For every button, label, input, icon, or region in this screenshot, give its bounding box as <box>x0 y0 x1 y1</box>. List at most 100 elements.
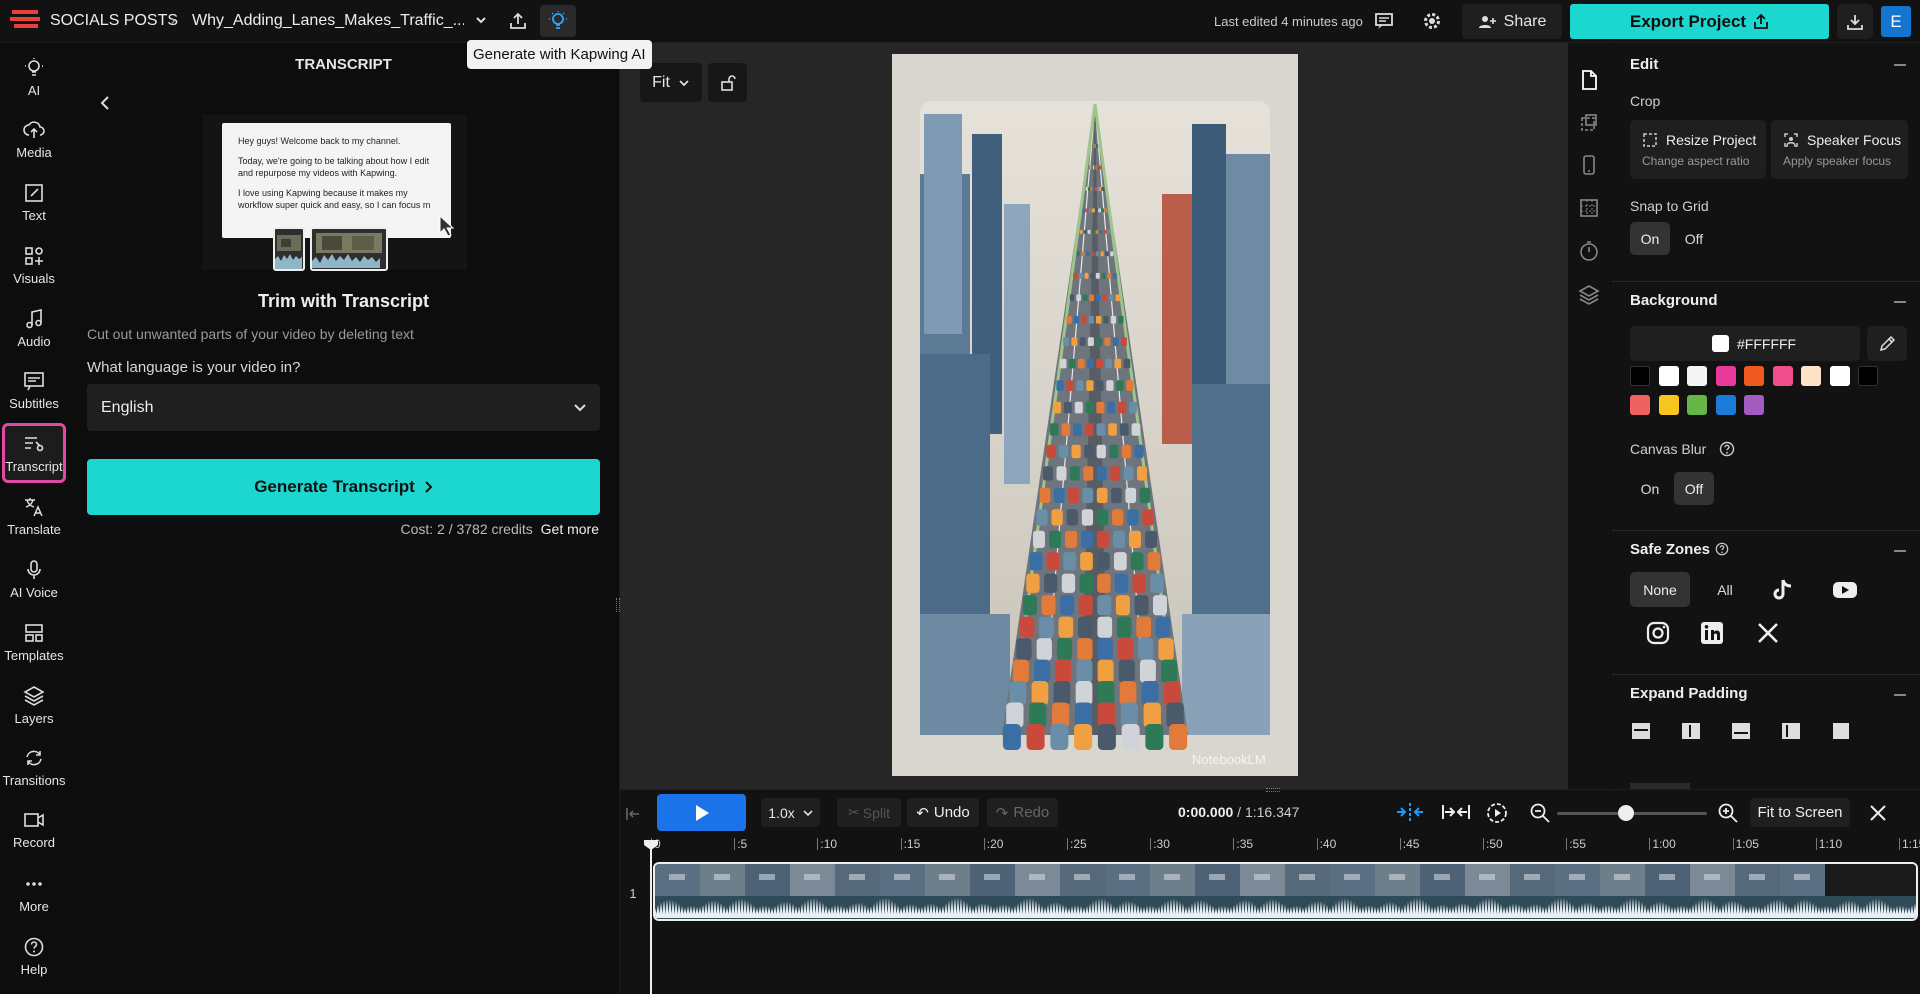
color-swatch[interactable] <box>1772 366 1793 386</box>
speaker-focus-button[interactable]: Speaker Focus Apply speaker focus <box>1771 120 1908 179</box>
avatar[interactable]: E <box>1881 6 1911 37</box>
padding-left-icon[interactable] <box>1781 721 1801 744</box>
kapwing-logo[interactable] <box>10 6 42 34</box>
background-color-input[interactable]: #FFFFFF <box>1630 326 1860 361</box>
sidebar-item-help[interactable]: Help <box>2 926 66 986</box>
eyedropper-button[interactable] <box>1867 326 1907 361</box>
snap-magnet-icon[interactable] <box>1395 803 1425 824</box>
video-preview[interactable]: NotebookLM <box>892 54 1298 776</box>
sidebar-item-transcript[interactable]: Transcript <box>2 423 66 483</box>
color-swatch[interactable] <box>1715 395 1736 415</box>
split-button[interactable]: ✂ Split <box>837 798 901 827</box>
share-button[interactable]: Share <box>1462 4 1562 39</box>
color-swatch[interactable] <box>1658 395 1679 415</box>
padding-sides-icon[interactable] <box>1681 721 1701 744</box>
tiktok-icon[interactable] <box>1771 578 1793 605</box>
sidebar-item-translate[interactable]: Translate <box>2 486 66 546</box>
snap-off-toggle[interactable]: Off <box>1674 222 1714 255</box>
skip-to-start-icon[interactable] <box>625 806 641 825</box>
collapse-icon[interactable] <box>1894 694 1906 696</box>
collapse-icon[interactable] <box>1894 301 1906 303</box>
sidebar-item-text[interactable]: Text <box>2 172 66 232</box>
resize-icon[interactable] <box>1578 112 1600 137</box>
color-swatch[interactable] <box>1858 366 1878 386</box>
time-ruler[interactable]: 0:5:10:15:20:25:30:35:40:45:50:551:001:0… <box>620 836 1920 856</box>
play-button[interactable] <box>657 794 746 831</box>
comments-icon[interactable] <box>1366 5 1402 37</box>
color-swatch[interactable] <box>1801 366 1821 386</box>
generate-transcript-button[interactable]: Generate Transcript <box>87 459 600 515</box>
download-button[interactable] <box>1837 4 1873 39</box>
ruler-label: :20 <box>986 837 1004 851</box>
language-select[interactable]: English <box>87 384 600 431</box>
instagram-icon[interactable] <box>1646 621 1670 648</box>
sidebar-item-record[interactable]: Record <box>2 799 66 859</box>
blur-off-toggle[interactable]: Off <box>1674 472 1714 505</box>
help-circle-icon[interactable] <box>1719 441 1735 460</box>
blur-on-toggle[interactable]: On <box>1630 472 1670 505</box>
sidebar-item-subtitles[interactable]: Subtitles <box>2 360 66 420</box>
chevron-down-icon[interactable] <box>474 13 488 27</box>
sidebar-item-audio[interactable]: Audio <box>2 298 66 358</box>
color-swatch[interactable] <box>1829 366 1850 386</box>
collapse-icon[interactable] <box>1894 550 1906 552</box>
generate-ai-button[interactable] <box>540 5 576 37</box>
timeline-drag-handle[interactable] <box>620 788 1920 794</box>
export-project-button[interactable]: Export Project <box>1570 4 1829 39</box>
sidebar-item-ai-voice[interactable]: AI Voice <box>2 549 66 609</box>
undo-button[interactable]: ↶ Undo <box>907 798 979 827</box>
help-circle-icon[interactable] <box>1715 542 1729 559</box>
sidebar-item-ai[interactable]: AI <box>2 47 66 107</box>
get-more-link[interactable]: Get more <box>541 521 599 537</box>
speed-dropdown[interactable]: 1.0x <box>761 798 820 827</box>
padding-full-icon[interactable] <box>1831 721 1851 744</box>
resize-project-button[interactable]: Resize Project Change aspect ratio <box>1630 120 1766 179</box>
playhead[interactable] <box>644 840 658 994</box>
project-name[interactable]: Why_Adding_Lanes_Makes_Traffic_... <box>192 12 464 30</box>
collapse-icon[interactable] <box>1894 64 1906 66</box>
safe-zone-none[interactable]: None <box>1630 572 1690 607</box>
color-swatch[interactable] <box>1658 366 1679 386</box>
video-clip[interactable] <box>653 862 1918 921</box>
redo-button[interactable]: ↷ Redo <box>987 798 1058 827</box>
upload-icon[interactable] <box>500 5 536 37</box>
unlock-button[interactable] <box>708 63 747 102</box>
layers-icon[interactable] <box>1578 283 1600 308</box>
fit-timeline-icon[interactable] <box>1441 803 1471 824</box>
sidebar-item-transitions[interactable]: Transitions <box>2 737 66 797</box>
color-swatch[interactable] <box>1744 395 1764 415</box>
back-arrow-icon[interactable] <box>97 95 113 114</box>
zoom-in-icon[interactable] <box>1717 802 1739 827</box>
snap-on-toggle[interactable]: On <box>1630 222 1670 255</box>
close-timeline-icon[interactable] <box>1868 803 1888 826</box>
color-swatch[interactable] <box>1630 395 1650 415</box>
sidebar-item-layers[interactable]: Layers <box>2 675 66 735</box>
padding-bottom-icon[interactable] <box>1731 721 1751 744</box>
sidebar-item-media[interactable]: Media <box>2 109 66 169</box>
x-twitter-icon[interactable] <box>1757 622 1779 647</box>
padding-top-icon[interactable] <box>1631 721 1651 744</box>
sidebar-item-more[interactable]: More <box>2 863 66 923</box>
grid-icon[interactable] <box>1578 197 1600 222</box>
phone-icon[interactable] <box>1578 154 1600 179</box>
fit-to-screen-button[interactable]: Fit to Screen <box>1750 798 1850 827</box>
page-icon[interactable] <box>1578 69 1600 94</box>
sidebar-item-visuals[interactable]: Visuals <box>2 235 66 295</box>
zoom-slider[interactable] <box>1557 805 1707 821</box>
linkedin-icon[interactable] <box>1700 621 1724 648</box>
zoom-slider-thumb[interactable] <box>1618 805 1634 821</box>
timer-icon[interactable] <box>1578 240 1600 265</box>
color-swatch[interactable] <box>1744 366 1764 386</box>
youtube-icon[interactable] <box>1832 580 1858 603</box>
settings-gear-icon[interactable] <box>1414 5 1450 37</box>
sidebar-item-templates[interactable]: Templates <box>2 612 66 672</box>
color-swatch[interactable] <box>1687 395 1707 415</box>
breadcrumb-root[interactable]: SOCIALS POSTS <box>50 12 178 30</box>
color-swatch[interactable] <box>1687 366 1707 386</box>
fit-dropdown[interactable]: Fit <box>640 63 702 102</box>
safe-zone-all[interactable]: All <box>1700 572 1750 607</box>
color-swatch[interactable] <box>1715 366 1736 386</box>
zoom-out-icon[interactable] <box>1529 802 1551 827</box>
color-swatch[interactable] <box>1630 366 1650 386</box>
playback-settings-icon[interactable] <box>1486 802 1508 827</box>
